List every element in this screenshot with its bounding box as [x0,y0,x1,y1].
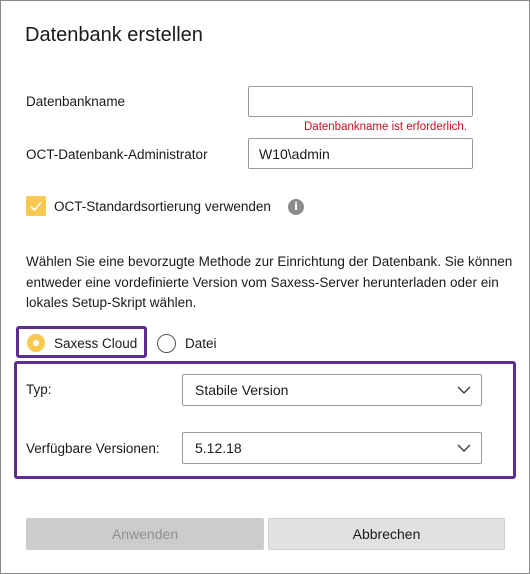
radio-datei-label[interactable]: Datei [185,336,217,351]
cancel-button[interactable]: Abbrechen [268,518,505,550]
sort-checkbox-label[interactable]: OCT-Standardsortierung verwenden [54,199,271,214]
versions-select[interactable]: 5.12.18 [182,432,482,464]
apply-button[interactable]: Anwenden [26,518,264,550]
radio-datei[interactable] [157,334,176,353]
type-select[interactable]: Stabile Version [182,374,482,406]
checkmark-icon [30,201,42,212]
chevron-down-icon [457,444,471,452]
sort-checkbox[interactable] [26,196,46,216]
dialog-title: Datenbank erstellen [25,24,203,46]
radio-saxess-cloud[interactable] [27,334,45,352]
radio-saxess-cloud-label[interactable]: Saxess Cloud [54,336,137,351]
type-label: Typ: [26,382,52,397]
admin-input[interactable] [248,138,473,169]
versions-label: Verfügbare Versionen: [26,441,160,456]
type-select-value: Stabile Version [195,382,289,398]
versions-select-value: 5.12.18 [195,440,242,456]
chevron-down-icon [457,386,471,394]
create-database-dialog: Datenbank erstellen Datenbankname Datenb… [0,0,530,574]
radio-dot [33,340,39,346]
admin-label: OCT-Datenbank-Administrator [26,147,208,162]
db-name-label: Datenbankname [26,94,126,109]
db-name-input[interactable] [248,86,473,117]
method-description: Wählen Sie eine bevorzugte Methode zur E… [26,254,513,310]
db-name-error: Datenbankname ist erforderlich. [304,121,467,133]
info-icon[interactable]: i [288,199,304,215]
